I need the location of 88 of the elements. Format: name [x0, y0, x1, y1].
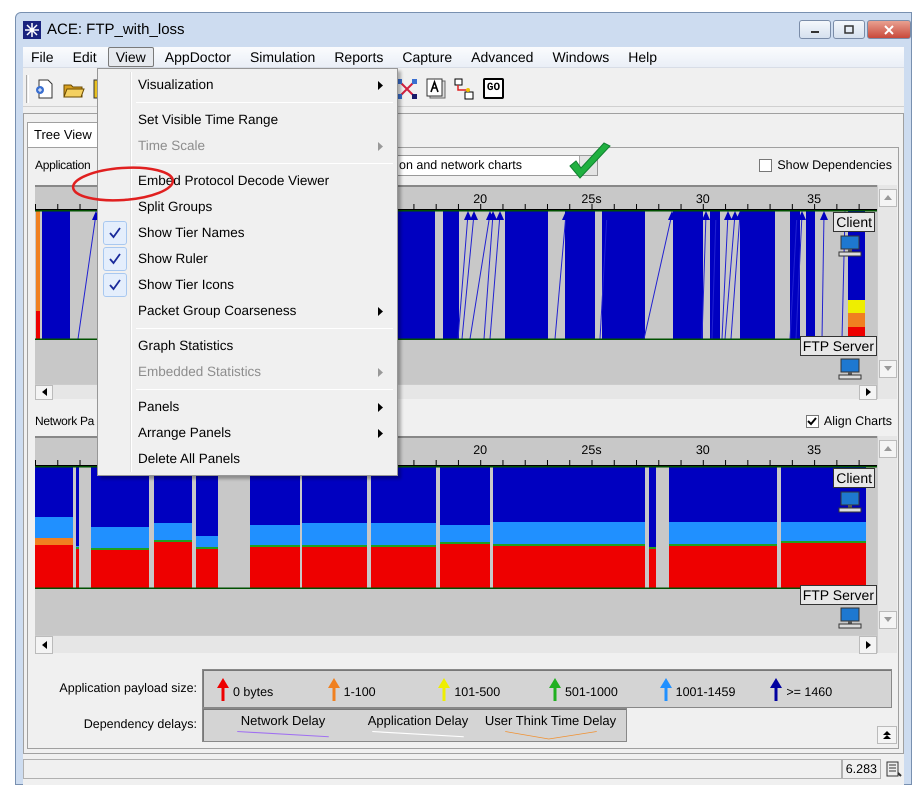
ruler-label: 20	[473, 442, 488, 458]
ruler-label: 25s	[581, 190, 602, 208]
ruler-label: 20	[473, 190, 488, 208]
expand-icon	[882, 730, 892, 740]
up-arrow-icon	[884, 446, 892, 451]
connection-icon[interactable]	[454, 78, 476, 100]
menu-option: Embedded Statistics	[138, 362, 262, 382]
ruler-label: 30	[696, 442, 710, 458]
left-arrow-icon	[42, 640, 46, 648]
down-arrow-icon	[884, 617, 892, 622]
menu-item[interactable]: Help	[620, 47, 666, 67]
menu-item[interactable]: Windows	[544, 47, 618, 67]
ruler-label: 30	[696, 190, 710, 208]
network-diagram-icon[interactable]	[396, 78, 418, 100]
menu-option[interactable]: Show Tier Icons	[138, 274, 234, 296]
tier-label: Client	[833, 468, 875, 488]
legend-item-label: 501-1000	[564, 684, 618, 701]
menu-item[interactable]: File	[23, 47, 62, 67]
ruler-label: 35	[807, 190, 822, 208]
legend-item-label: User Think Time Delay	[484, 712, 616, 730]
checkmark-icon	[807, 417, 818, 426]
menu-item[interactable]: Capture	[394, 47, 460, 67]
maximize-icon	[844, 25, 854, 34]
status-value: 6.283	[842, 759, 881, 779]
window-title: ACE: FTP_with_loss	[47, 20, 185, 40]
scroll-right-button[interactable]	[859, 384, 877, 400]
menu-item[interactable]: AppDoctor	[156, 47, 239, 67]
up-arrow-icon	[884, 195, 892, 200]
legend-label: Dependency delays:	[82, 716, 198, 734]
scroll-right-button[interactable]	[859, 636, 877, 654]
legend-item-label: 0 bytes	[233, 684, 274, 701]
menu-option[interactable]: Set Visible Time Range	[138, 110, 278, 130]
legend-item-label: >= 1460	[786, 684, 832, 701]
checkbox[interactable]	[759, 159, 772, 172]
scroll-down-button[interactable]	[878, 610, 896, 628]
legend-item-label: 1-100	[344, 684, 376, 701]
tier-label: Client	[833, 212, 875, 232]
computer-icon	[838, 358, 862, 380]
legend-item-label: 1001-1459	[676, 684, 736, 701]
minimize-button[interactable]	[799, 20, 831, 39]
document-icon[interactable]	[425, 78, 447, 100]
menu-option[interactable]: Graph Statistics	[138, 336, 234, 356]
menu-option[interactable]: Arrange Panels	[138, 422, 232, 444]
menu-option[interactable]: Split Groups	[138, 196, 212, 218]
scroll-left-button[interactable]	[35, 384, 53, 400]
menu-item[interactable]: Advanced	[463, 47, 542, 67]
panel-label: Network Pa	[35, 414, 94, 428]
close-button[interactable]	[867, 20, 911, 39]
scroll-up-button[interactable]	[878, 440, 896, 458]
menu-option: Time Scale	[138, 136, 206, 156]
computer-icon	[838, 490, 862, 512]
go-button[interactable]: GO	[483, 78, 504, 99]
left-arrow-icon	[42, 388, 46, 396]
scroll-left-button[interactable]	[35, 636, 53, 654]
expand-button[interactable]	[877, 726, 897, 744]
panel-label: Application	[35, 158, 90, 172]
menu-option[interactable]: Show Tier Names	[138, 222, 245, 244]
menu-item[interactable]: View	[108, 47, 154, 67]
legend-item-label: Network Delay	[240, 712, 326, 730]
menu-option[interactable]: Visualization	[138, 74, 214, 96]
menu-option[interactable]: Show Ruler	[138, 248, 208, 270]
menu-item[interactable]: Reports	[326, 47, 392, 67]
down-arrow-icon	[884, 366, 892, 371]
menu-item[interactable]: Edit	[64, 47, 105, 67]
computer-icon	[838, 234, 862, 256]
ruler-label: 35	[807, 442, 822, 458]
tab[interactable]: Tree View	[27, 122, 99, 146]
maximize-button[interactable]	[833, 20, 865, 39]
menu-option[interactable]: Panels	[138, 396, 180, 418]
scroll-up-button[interactable]	[878, 188, 896, 206]
ruler-label: 25s	[581, 442, 602, 458]
checkbox[interactable]	[806, 415, 819, 428]
checkbox-label: Align Charts	[824, 413, 892, 430]
legend-label: Application payload size:	[58, 680, 198, 697]
menu-option[interactable]: Delete All Panels	[138, 448, 240, 470]
right-arrow-icon	[866, 640, 870, 648]
legend-item-label: 101-500	[454, 684, 500, 701]
menu-option[interactable]: Packet Group Coarseness	[138, 300, 296, 322]
close-icon	[884, 24, 894, 34]
scroll-down-button[interactable]	[878, 360, 896, 378]
tier-label: FTP Server	[800, 336, 877, 356]
checkbox-label: Show Dependencies	[777, 157, 892, 174]
app-icon	[23, 21, 41, 39]
computer-icon	[838, 606, 862, 628]
legend-item-label: Application Delay	[368, 712, 468, 730]
tier-label: FTP Server	[800, 584, 877, 604]
menu-item[interactable]: Simulation	[242, 47, 324, 67]
right-arrow-icon	[866, 388, 870, 396]
